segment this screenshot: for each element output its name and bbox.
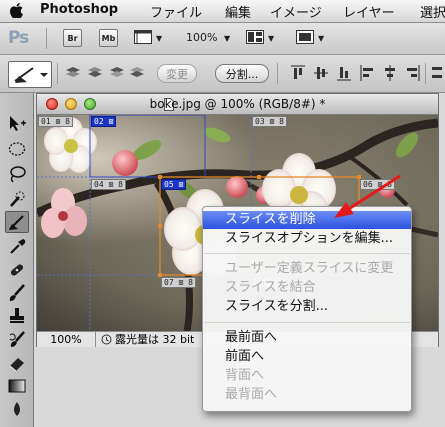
apple-icon[interactable] bbox=[10, 3, 24, 18]
menu-item-divide-slice[interactable]: スライスを分割... bbox=[203, 298, 411, 316]
align-horizontal-center-icon[interactable] bbox=[383, 65, 397, 81]
brush-tool-icon[interactable] bbox=[5, 282, 29, 304]
eraser-tool-icon[interactable] bbox=[5, 352, 29, 374]
menu-edit[interactable]: 編集 bbox=[225, 2, 251, 21]
menu-file[interactable]: ファイル bbox=[150, 2, 202, 21]
menu-item-edit-slice-options[interactable]: スライスオプションを編集... bbox=[203, 230, 411, 248]
move-tool-icon[interactable] bbox=[5, 113, 29, 135]
marquee-tool-icon[interactable] bbox=[5, 138, 29, 160]
annotation-arrow-icon bbox=[334, 174, 401, 218]
status-text: 露光量は 32 bit bbox=[115, 333, 195, 346]
menu-item-send-to-back: 最背面へ bbox=[225, 387, 278, 402]
ps-logo: Ps bbox=[8, 28, 29, 48]
options-bar: 変更 分割... bbox=[0, 55, 445, 93]
document-title-bar[interactable]: boke.jpg @ 100% (RGB/8#) * bbox=[37, 94, 438, 115]
slice-label-selected[interactable]: 02 ⊠ bbox=[91, 116, 117, 127]
promote-button[interactable]: 変更 bbox=[157, 64, 197, 83]
application-bar: Ps Br Mb ▼ 100% ▼ ▼ ▼ bbox=[0, 23, 445, 55]
mini-bridge-button[interactable]: Mb bbox=[99, 29, 118, 47]
status-info-icon[interactable] bbox=[101, 334, 112, 345]
align-left-icon[interactable] bbox=[360, 65, 374, 81]
view-extras-icon[interactable] bbox=[134, 30, 152, 44]
slice-label-selected[interactable]: 05 ⊠ bbox=[161, 179, 187, 190]
zoom-field[interactable]: 100% bbox=[37, 332, 96, 347]
menu-item-bring-to-front[interactable]: 最前面へ bbox=[203, 329, 411, 347]
chevron-down-icon[interactable]: ▼ bbox=[268, 34, 274, 43]
chevron-down-icon[interactable]: ▼ bbox=[156, 34, 162, 43]
menu-separator bbox=[204, 253, 410, 254]
zoom-level[interactable]: 100% bbox=[186, 31, 217, 44]
menu-select[interactable]: 選択 bbox=[420, 2, 445, 21]
align-right-icon[interactable] bbox=[406, 65, 420, 81]
slice-label[interactable]: 01 ⊠ 8 bbox=[38, 116, 73, 127]
context-menu: スライスを削除 スライスオプションを編集... ユーザー定義スライスに変更 スラ… bbox=[202, 206, 412, 412]
divider bbox=[425, 63, 426, 84]
distribute-icon[interactable] bbox=[430, 65, 444, 81]
divider bbox=[46, 28, 47, 49]
arrange-documents-icon[interactable] bbox=[246, 30, 264, 44]
chevron-down-icon[interactable]: ▼ bbox=[318, 34, 324, 43]
menu-item-combine-slices: スライスを結合 bbox=[225, 280, 316, 295]
clone-stamp-tool-icon[interactable] bbox=[5, 305, 29, 327]
slice-label[interactable]: 07 ⊠ 8 bbox=[161, 277, 196, 288]
slice-label[interactable]: 04 ⊠ 8 bbox=[91, 179, 126, 190]
align-bottom-icon[interactable] bbox=[337, 65, 351, 81]
menu-image[interactable]: イメージ bbox=[270, 2, 322, 21]
menu-layer[interactable]: レイヤー bbox=[343, 2, 395, 21]
screen-mode-icon[interactable] bbox=[296, 30, 314, 44]
slice-stacking-icons[interactable] bbox=[64, 66, 148, 80]
healing-brush-tool-icon[interactable] bbox=[5, 259, 29, 281]
gradient-tool-icon[interactable] bbox=[5, 375, 29, 397]
menu-separator bbox=[204, 322, 410, 323]
menu-item-bring-forward[interactable]: 前面へ bbox=[203, 348, 411, 366]
bridge-button[interactable]: Br bbox=[63, 29, 82, 47]
lasso-tool-icon[interactable] bbox=[5, 163, 29, 185]
menu-bar: Photoshop ファイル 編集 イメージ レイヤー 選択 bbox=[0, 0, 445, 23]
divider bbox=[57, 63, 58, 84]
chevron-down-icon[interactable]: ▼ bbox=[224, 34, 230, 43]
divide-slice-button[interactable]: 分割... bbox=[215, 64, 269, 83]
slice-label[interactable]: 03 ⊠ 8 bbox=[252, 116, 287, 127]
align-vertical-center-icon[interactable] bbox=[314, 65, 328, 81]
tool-preset-picker[interactable] bbox=[8, 61, 52, 88]
menu-item-promote-to-user-slice: ユーザー定義スライスに変更 bbox=[225, 261, 394, 276]
menu-photoshop[interactable]: Photoshop bbox=[40, 2, 118, 17]
menu-item-send-backward: 背面へ bbox=[225, 368, 265, 383]
divider bbox=[277, 63, 278, 84]
tools-panel bbox=[0, 93, 34, 427]
quick-selection-tool-icon[interactable] bbox=[5, 188, 29, 210]
eyedropper-tool-icon[interactable] bbox=[5, 235, 29, 257]
slice-select-tool-icon[interactable] bbox=[5, 211, 29, 233]
document-title: boke.jpg @ 100% (RGB/8#) * bbox=[149, 97, 326, 111]
history-brush-tool-icon[interactable] bbox=[5, 329, 29, 351]
align-top-icon[interactable] bbox=[291, 65, 305, 81]
blur-tool-icon[interactable] bbox=[5, 398, 29, 420]
